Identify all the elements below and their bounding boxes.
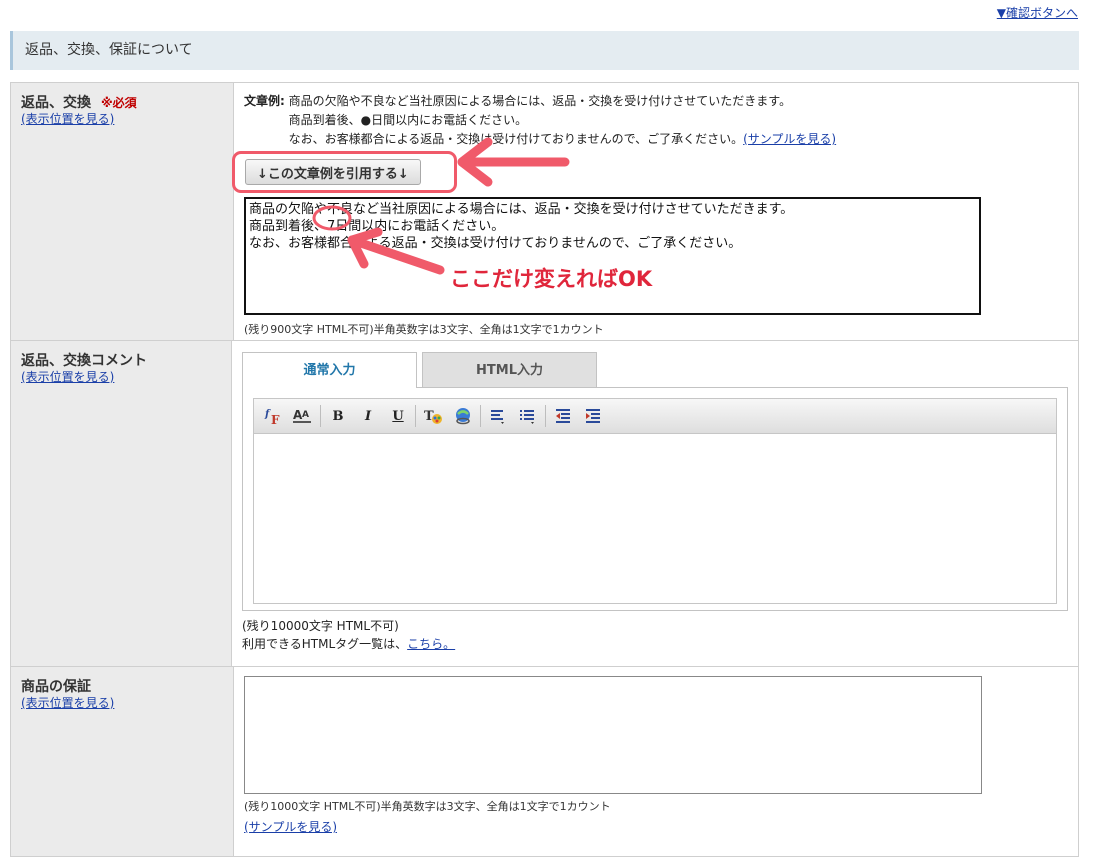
row-return-exchange: 返品、交換 ※必須 (表示位置を見る) 文章例: 商品の欠陥や不良など当社原因によ… — [11, 83, 1078, 341]
view-position-link[interactable]: (表示位置を見る) — [21, 112, 223, 126]
row-label: 商品の保証 (表示位置を見る) — [11, 667, 234, 856]
sample-link[interactable]: (サンプルを見る) — [244, 818, 337, 835]
toolbar-separator — [545, 405, 546, 427]
annotation-text: ここだけ変えればOK — [450, 267, 653, 291]
editor-notes: (残り10000文字 HTML不可) 利用できるHTMLタグ一覧は、こちら。 — [242, 617, 1068, 653]
row-label: 返品、交換コメント (表示位置を見る) — [11, 341, 232, 666]
editor-tabs: 通常入力 HTML入力 — [242, 351, 1068, 388]
char-count-note: (残り900文字 HTML不可)半角英数字は3文字、全角は1文字で1カウント — [244, 323, 604, 336]
form-table: 返品、交換 ※必須 (表示位置を見る) 文章例: 商品の欠陥や不良など当社原因によ… — [10, 82, 1079, 857]
html-tags-link[interactable]: こちら。 — [407, 637, 455, 651]
return-exchange-label: 返品、交換 — [21, 95, 91, 111]
required-mark: ※必須 — [101, 96, 137, 110]
bold-icon[interactable]: B — [325, 404, 351, 428]
confirm-button-link[interactable]: ▼確認ボタンへ — [997, 4, 1078, 21]
char-count-note: (残り10000文字 HTML不可) — [242, 619, 399, 633]
toolbar-separator — [415, 405, 416, 427]
editor-toolbar: fF AA B I U T — [253, 398, 1057, 434]
toolbar-separator — [320, 405, 321, 427]
editor-frame: fF AA B I U T — [242, 387, 1068, 611]
quote-example-button[interactable]: ↓この文章例を引用する↓ — [245, 159, 421, 185]
section-header: 返品、交換、保証について — [10, 31, 1079, 70]
tab-html-input[interactable]: HTML入力 — [422, 352, 597, 387]
row-return-comment: 返品、交換コメント (表示位置を見る) 通常入力 HTML入力 fF AA B — [11, 341, 1078, 667]
html-tags-note: 利用できるHTMLタグ一覧は、こちら。 — [242, 637, 456, 651]
example-line: なお、お客様都合による返品・交換は受け付けておりませんので、ご了承ください。(サ… — [288, 132, 837, 146]
svg-text:T: T — [424, 409, 434, 424]
outdent-icon[interactable] — [550, 404, 576, 428]
row-content: (残り1000文字 HTML不可)半角英数字は3文字、全角は1文字で1カウント … — [234, 667, 1078, 856]
view-position-link[interactable]: (表示位置を見る) — [21, 370, 221, 384]
text-color-icon[interactable]: T — [420, 404, 446, 428]
tab-normal-input[interactable]: 通常入力 — [242, 352, 417, 388]
view-position-link[interactable]: (表示位置を見る) — [21, 696, 223, 710]
link-icon[interactable] — [450, 404, 476, 428]
svg-text:A: A — [302, 410, 309, 420]
svg-text:F: F — [271, 413, 280, 426]
example-line: 商品の欠陥や不良など当社原因による場合には、返品・交換を受け付けさせていただきま… — [288, 94, 792, 108]
quote-button-highlight: ↓この文章例を引用する↓ — [232, 151, 457, 193]
example-text: 文章例: 商品の欠陥や不良など当社原因による場合には、返品・交換を受け付けさせて… — [244, 92, 1068, 149]
row-warranty: 商品の保証 (表示位置を見る) (残り1000文字 HTML不可)半角英数字は3… — [11, 667, 1078, 857]
warranty-label: 商品の保証 — [21, 679, 91, 695]
font-size-icon[interactable]: AA — [290, 404, 316, 428]
sample-link[interactable]: (サンプルを見る) — [743, 132, 836, 146]
svg-text:f: f — [264, 409, 271, 420]
example-lines: 商品の欠陥や不良など当社原因による場合には、返品・交換を受け付けさせていただきま… — [289, 92, 836, 149]
warranty-textarea[interactable] — [244, 676, 982, 794]
return-comment-label: 返品、交換コメント — [21, 353, 147, 369]
row-content: 通常入力 HTML入力 fF AA B I U T (残り10000文字 HTM… — [232, 341, 1078, 666]
return-exchange-textarea[interactable]: 商品の欠陥や不良など当社原因による場合には、返品・交換を受け付けさせていただきま… — [244, 197, 981, 315]
comment-editor-area[interactable] — [253, 434, 1057, 604]
italic-icon[interactable]: I — [355, 404, 381, 428]
list-icon[interactable] — [515, 404, 541, 428]
row-label: 返品、交換 ※必須 (表示位置を見る) — [11, 83, 234, 340]
font-face-icon[interactable]: fF — [260, 404, 286, 428]
toolbar-separator — [480, 405, 481, 427]
char-count-note: (残り1000文字 HTML不可)半角英数字は3文字、全角は1文字で1カウント — [244, 800, 611, 813]
example-line: 商品到着後、●日間以内にお電話ください。 — [288, 113, 528, 127]
example-key: 文章例: — [244, 94, 285, 108]
underline-icon[interactable]: U — [385, 404, 411, 428]
indent-icon[interactable] — [580, 404, 606, 428]
align-icon[interactable] — [485, 404, 511, 428]
row-content: 文章例: 商品の欠陥や不良など当社原因による場合には、返品・交換を受け付けさせて… — [232, 83, 1078, 340]
